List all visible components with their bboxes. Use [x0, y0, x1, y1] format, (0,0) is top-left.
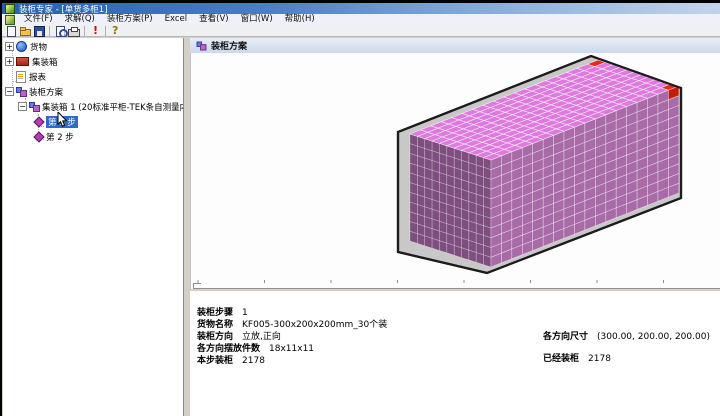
navigation-tree: +货物+集装箱报表−装柜方案−集装箱 1 (20标准平柜-TEK条自测量内尺寸)… [3, 38, 184, 416]
step-info-panel: 装柜步骤1货物名称KF005-300x200x200mm_30个装装柜方向立放,… [190, 291, 720, 416]
step-icon [33, 116, 44, 127]
info-value: (300.00, 200.00, 200.00) [597, 332, 710, 342]
tree-item-label: 集装箱 [32, 56, 58, 68]
container-icon [16, 57, 29, 66]
print-icon [68, 29, 80, 37]
toolbar-separator [49, 26, 50, 36]
menu-view[interactable]: 查看(V) [193, 14, 234, 25]
splitter[interactable] [193, 288, 720, 289]
menu-plan[interactable]: 装柜方案(P) [101, 14, 159, 25]
info-row: 本步装柜 2178 [197, 353, 265, 366]
tree-item-containers[interactable]: 集装箱 [16, 55, 58, 68]
open-folder-button[interactable] [18, 25, 32, 37]
tree-item-reports[interactable]: 报表 [16, 70, 46, 83]
window-title: 装柜专家 - [单货多柜1] [19, 3, 108, 15]
tree-item-label: 第 2 步 [46, 131, 74, 143]
save-icon [34, 26, 45, 37]
tree-expander[interactable]: + [5, 57, 14, 66]
help-button[interactable]: ? [109, 25, 123, 37]
info-label: 各方向尺寸 [543, 332, 588, 342]
tree-item-label: 报表 [29, 71, 46, 83]
info-row: 各方向尺寸 (300.00, 200.00, 200.00) [543, 329, 710, 342]
title-bar[interactable]: 装柜专家 - [单货多柜1] [2, 3, 720, 14]
step-icon [33, 131, 44, 142]
tree-item-label: 集装箱 1 (20标准平柜-TEK条自测量内尺寸) [42, 101, 184, 113]
tree-item-label: 货物 [30, 41, 47, 53]
menu-window[interactable]: 窗口(W) [235, 14, 279, 25]
new-document-icon [7, 26, 16, 37]
container-3d-drawing [191, 53, 720, 289]
info-value: 18x11x11 [269, 344, 314, 354]
save-button[interactable] [32, 25, 46, 37]
print-preview-button[interactable] [53, 25, 67, 37]
menu-help[interactable]: 帮助(H) [279, 14, 321, 25]
plan-panel-header: 装柜方案 [190, 38, 720, 54]
info-row: 已经装柜 2178 [543, 351, 611, 364]
screen: 装柜专家 - [单货多柜1] 文件(F)求解(Q)装柜方案(P)Excel查看(… [0, 0, 720, 416]
tree-expander[interactable]: − [5, 87, 14, 96]
mdi-child-icon [5, 15, 15, 25]
plan-panel-title: 装柜方案 [211, 39, 247, 52]
info-label: 本步装柜 [197, 356, 233, 366]
solve-button[interactable]: ! [88, 25, 102, 37]
plan-icon [16, 87, 26, 97]
plan-panel-icon [197, 41, 206, 50]
print-button[interactable] [67, 25, 81, 37]
info-value: 2178 [242, 356, 265, 366]
mouse-cursor [57, 112, 69, 128]
toolbar: !? [2, 25, 720, 37]
tree-item-step-1[interactable]: 第 1 步 [33, 115, 78, 128]
toolbar-separator [84, 26, 85, 36]
help-icon: ? [112, 25, 118, 37]
info-label: 已经装柜 [543, 354, 579, 364]
solve-icon: ! [93, 25, 98, 37]
open-folder-icon [20, 29, 31, 36]
plan-icon [29, 102, 39, 112]
tree-item-step-2[interactable]: 第 2 步 [33, 130, 74, 143]
splitter-handle[interactable] [193, 283, 201, 284]
container-3d-view[interactable] [190, 53, 720, 289]
tree-item-container-1[interactable]: 集装箱 1 (20标准平柜-TEK条自测量内尺寸) [29, 100, 184, 113]
cargo-icon [16, 41, 27, 52]
toolbar-separator [105, 26, 106, 36]
report-icon [16, 71, 26, 83]
app-icon [5, 4, 15, 14]
tree-expander[interactable]: + [5, 42, 14, 51]
tree-expander[interactable]: − [18, 102, 27, 111]
new-document-button[interactable] [4, 25, 18, 37]
tree-item-label: 装柜方案 [29, 86, 63, 98]
tree-item-plan[interactable]: 装柜方案 [16, 85, 63, 98]
tree-item-cargo[interactable]: 货物 [16, 40, 47, 53]
info-value: 2178 [588, 354, 611, 364]
menu-excel[interactable]: Excel [159, 14, 194, 25]
menu-file[interactable]: 文件(F) [18, 14, 59, 25]
